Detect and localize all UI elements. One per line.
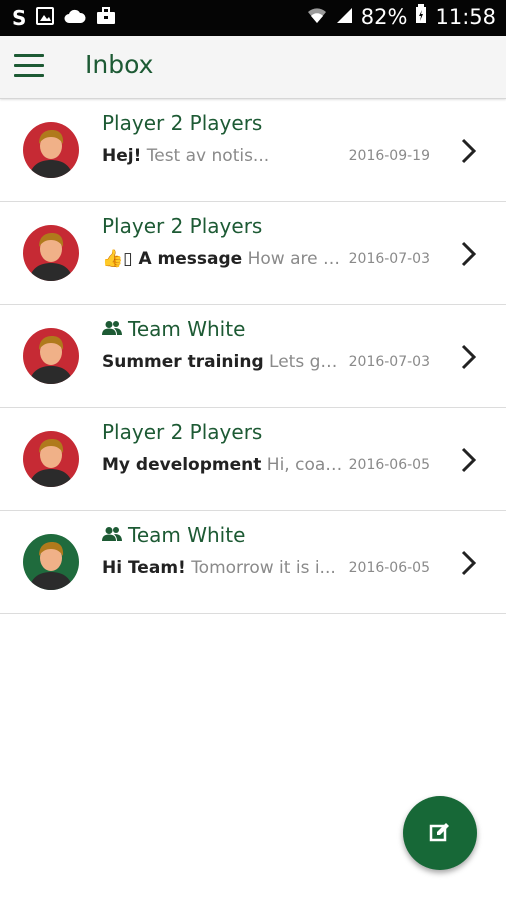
app-bar: Inbox	[0, 36, 506, 99]
message-subject: 👍▯ A message	[102, 249, 243, 269]
avatar	[23, 122, 79, 178]
message-date: 2016-06-05	[348, 457, 430, 473]
sender-label: Player 2 Players	[102, 420, 263, 444]
message-snippet: Hi, coach...	[266, 455, 346, 475]
message-list: Player 2 Players Hej! Test av notis... 2…	[0, 99, 506, 614]
sender-label: Player 2 Players	[102, 111, 263, 135]
briefcase-icon	[96, 7, 116, 29]
chevron-right-icon[interactable]	[458, 240, 478, 268]
message-preview: My development Hi, coach...	[102, 455, 346, 475]
chevron-right-icon[interactable]	[458, 549, 478, 577]
sender-label: Team White	[128, 523, 246, 547]
status-time: 11:58	[435, 4, 496, 29]
chevron-right-icon[interactable]	[458, 137, 478, 165]
sender-label: Player 2 Players	[102, 214, 263, 238]
message-subject: Hi Team!	[102, 558, 186, 578]
wifi-icon	[307, 5, 327, 29]
chevron-right-icon[interactable]	[458, 343, 478, 371]
message-snippet: Tomorrow it is i...	[191, 558, 336, 578]
message-preview: Summer training Lets go!...	[102, 352, 346, 372]
cloud-icon	[64, 8, 86, 28]
s-notification-icon: S	[12, 6, 27, 30]
sender-label: Team White	[128, 317, 246, 341]
message-row[interactable]: Player 2 Players My development Hi, coac…	[0, 408, 506, 511]
sender-name: Player 2 Players	[102, 420, 262, 444]
avatar	[23, 431, 79, 487]
message-subject: Hej!	[102, 146, 142, 166]
status-bar-system: 82% 11:58	[307, 4, 496, 29]
signal-icon	[335, 5, 353, 29]
sender-name: Player 2 Players	[102, 111, 262, 135]
message-row[interactable]: Player 2 Players 👍▯ A message How are yo…	[0, 202, 506, 305]
message-snippet: How are you?	[247, 249, 346, 269]
avatar	[23, 225, 79, 281]
group-icon	[102, 317, 122, 341]
battery-percent: 82%	[360, 4, 408, 29]
chevron-right-icon[interactable]	[458, 446, 478, 474]
status-bar: S 82% 11:58	[0, 0, 506, 36]
message-row[interactable]: Team White Hi Team! Tomorrow it is i... …	[0, 511, 506, 614]
message-row[interactable]: Player 2 Players Hej! Test av notis... 2…	[0, 99, 506, 202]
message-date: 2016-06-05	[348, 560, 430, 576]
avatar	[23, 534, 79, 590]
message-preview: Hi Team! Tomorrow it is i...	[102, 558, 346, 578]
message-preview: 👍▯ A message How are you?	[102, 249, 346, 269]
image-icon	[36, 7, 55, 29]
sender-name: Player 2 Players	[102, 214, 262, 238]
message-snippet: Lets go!...	[269, 352, 346, 372]
page-title: Inbox	[85, 50, 154, 79]
message-preview: Hej! Test av notis...	[102, 146, 346, 166]
avatar	[23, 328, 79, 384]
message-snippet: Test av notis...	[146, 146, 270, 166]
message-subject: My development	[102, 455, 262, 475]
sender-name: Team White	[102, 317, 245, 341]
message-row[interactable]: Team White Summer training Lets go!... 2…	[0, 305, 506, 408]
message-date: 2016-07-03	[348, 251, 430, 267]
message-date: 2016-09-19	[348, 148, 430, 164]
sender-name: Team White	[102, 523, 245, 547]
compose-button[interactable]	[403, 796, 477, 870]
status-bar-notifications: S	[12, 6, 116, 30]
message-subject: Summer training	[102, 352, 264, 372]
group-icon	[102, 523, 122, 547]
message-date: 2016-07-03	[348, 354, 430, 370]
hamburger-icon[interactable]	[14, 54, 44, 78]
battery-icon	[415, 4, 427, 29]
